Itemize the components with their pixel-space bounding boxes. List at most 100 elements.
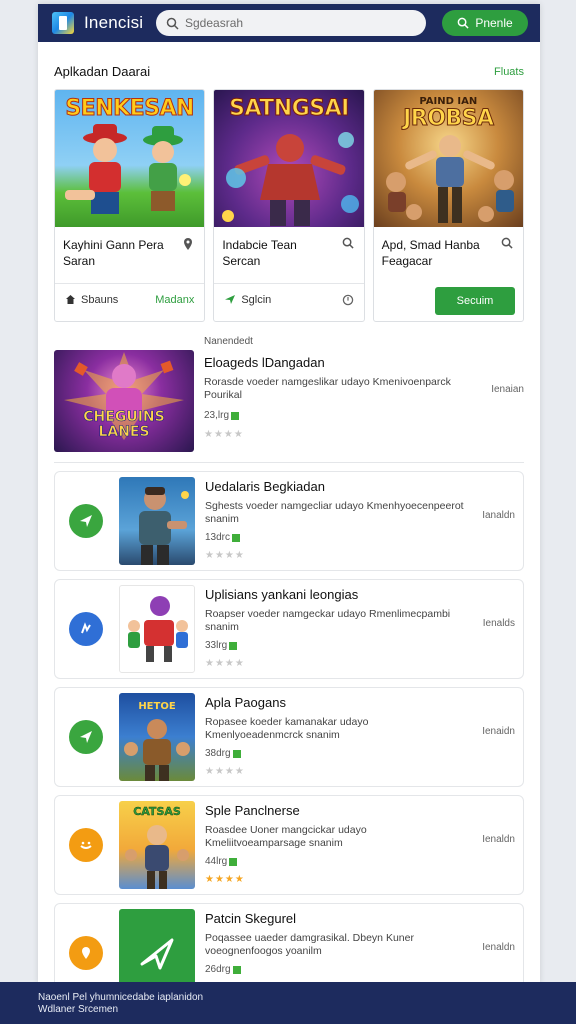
search-bar[interactable] [156,10,426,36]
search-icon [166,17,179,30]
featured-card[interactable]: SENKESAN Kayhini Gann Pera Saran Sbauns … [54,89,206,322]
item-action[interactable]: Ienaldn [482,834,515,845]
item-title[interactable]: Patcin Skegurel [205,911,475,926]
card-body: Kayhini Gann Pera Saran [55,227,204,283]
item-size: 23,lrg [204,410,524,421]
item-action[interactable]: Ianaldn [482,510,515,521]
item-description: Ropasee koeder kamanakar udayo Kmenlyoea… [205,716,369,741]
item-description: Rorasde voeder namgeslikar udayo Kmenivo… [204,376,451,401]
status-dot-icon [231,411,240,420]
item-title[interactable]: Uedalaris Begkiadan [205,479,475,494]
svg-text:HETOE: HETOE [138,701,176,712]
item-action[interactable]: Ienaldn [482,942,515,953]
install-button[interactable]: Secuim [434,287,515,315]
item-size-text: 38drg [205,748,231,759]
game-artwork: SATNGSAI [214,90,364,227]
item-description: Poqassee uaeder damgrasikal. Dbeyn Kuner… [205,932,414,957]
card-footer-left[interactable]: Sbauns [65,294,118,306]
list-item[interactable]: Patcin Skegurel Poqassee uaeder damgrasi… [54,903,524,984]
item-category: Nanendedt [204,336,253,347]
game-thumbnail: HETOE [119,693,195,781]
item-info: Nanendedt Eloageds lDangadan Rorasde voe… [204,336,524,452]
item-description: Roapser voeder namgeckar udayo Rmenlimec… [205,608,451,633]
app-window: Inencisi Pnenle Aplkadan Daarai Fluats S… [38,4,540,984]
send-icon[interactable] [69,504,103,538]
game-thumbnail [119,909,195,984]
app-title: Inencisi [84,13,144,32]
status-dot-icon [232,965,241,974]
rating-stars: ★★★★ [205,550,245,561]
item-title[interactable]: Apla Paogans [205,695,475,710]
list-item-featured[interactable]: CHEGUINS LANES Nanendedt Eloageds lDanga… [54,336,524,463]
game-artwork: SENKESAN [55,90,205,227]
section-title: Aplkadan Daarai [54,64,151,79]
item-title[interactable]: Eloageds lDangadan [204,355,524,370]
item-size-text: 44lrg [205,856,228,867]
item-title[interactable]: Uplisians yankani leongias [205,587,475,602]
pin-icon[interactable] [69,936,103,970]
app-logo-icon[interactable] [52,12,74,34]
character-illustration [385,135,514,223]
item-info: Patcin Skegurel Poqassee uaeder damgrasi… [205,909,475,984]
item-size-text: 26drg [205,964,231,975]
character-illustration [128,596,188,662]
item-size: 33lrg [205,640,475,651]
top-bar: Inencisi Pnenle [38,4,540,42]
game-thumbnail [119,477,195,565]
controller-icon[interactable] [69,828,103,862]
list-item[interactable]: HETOE Apla Paogans Ropasee koeder kamana… [54,687,524,787]
map-pin-icon[interactable] [182,237,194,251]
footer-line: Naoenl Pel yhumnicedabe iaplanidon [38,992,204,1003]
card-footer-left[interactable]: Sglcin [224,294,271,306]
item-size-text: 13drc [205,532,231,543]
item-action[interactable]: Ienalds [483,618,515,629]
header-action-button[interactable]: Pnenle [442,10,528,36]
card-footer: Sbauns Madanx [55,283,205,315]
card-body: Indabcie Tean Sercan [214,227,363,283]
status-dot-icon [229,641,238,650]
featured-cards: SENKESAN Kayhini Gann Pera Saran Sbauns … [38,89,540,322]
character-illustration [65,124,191,214]
rating-stars: ★★★★ [205,658,245,669]
status-dot-icon [229,857,238,866]
item-info: Sple Panclnerse Roasdee Uoner mangcickar… [205,801,475,889]
rating-stars: ★★★★ [205,874,245,885]
list-item[interactable]: CATSAS Sple Panclnerse Roasdee Uoner man… [54,795,524,895]
header-action-label: Pnenle [475,16,513,30]
card-body: Apd, Smad Hanba Feagacar [374,227,523,283]
section-link[interactable]: Fluats [494,66,524,78]
search-input[interactable] [185,16,405,30]
item-action[interactable]: Ienaidn [482,726,515,737]
game-artwork: CHEGUINS LANES [54,350,194,452]
footer-bar: Naoenl Pel yhumnicedabe iaplanidon Wdlan… [0,982,576,1024]
featured-card[interactable]: SATNGSAI Indabcie Tean Sercan Sglcin [213,89,365,322]
art-title: SATNGSAI [229,96,350,122]
status-dot-icon [232,749,241,758]
card-footer-right[interactable]: Madanx [155,294,194,306]
info-icon[interactable] [342,294,354,306]
compass-icon[interactable] [69,612,103,646]
game-thumbnail [119,585,195,673]
send-icon[interactable] [69,720,103,754]
item-size: 38drg [205,748,475,759]
item-size: 44lrg [205,856,475,867]
item-info: Apla Paogans Ropasee koeder kamanakar ud… [205,693,475,781]
item-action[interactable]: Ienaian [491,384,524,395]
character-illustration [139,487,189,565]
list-item[interactable]: Uplisians yankani leongias Roapser voede… [54,579,524,679]
item-size-text: 23,lrg [204,410,230,421]
character-illustration [222,132,360,226]
featured-card[interactable]: PAIND IAN JROBSA Apd, Smad Hanba Feagaca… [372,89,524,322]
card-title: Indabcie Tean Sercan [222,238,297,268]
card-footer: Sglcin [214,283,364,315]
card-title: Apd, Smad Hanba Feagacar [381,238,480,268]
footer-line: Wdlaner Srcemen [38,1004,119,1015]
search-icon[interactable] [501,237,513,249]
list-item[interactable]: Uedalaris Begkiadan Sghests voeder namge… [54,471,524,571]
item-size-text: 33lrg [205,640,228,651]
search-icon [457,17,469,29]
section-header: Aplkadan Daarai Fluats [38,64,540,79]
item-description: Roasdee Uoner mangcickar udayo Kmeliitvo… [205,824,367,849]
search-icon[interactable] [342,237,354,249]
item-title[interactable]: Sple Panclnerse [205,803,475,818]
